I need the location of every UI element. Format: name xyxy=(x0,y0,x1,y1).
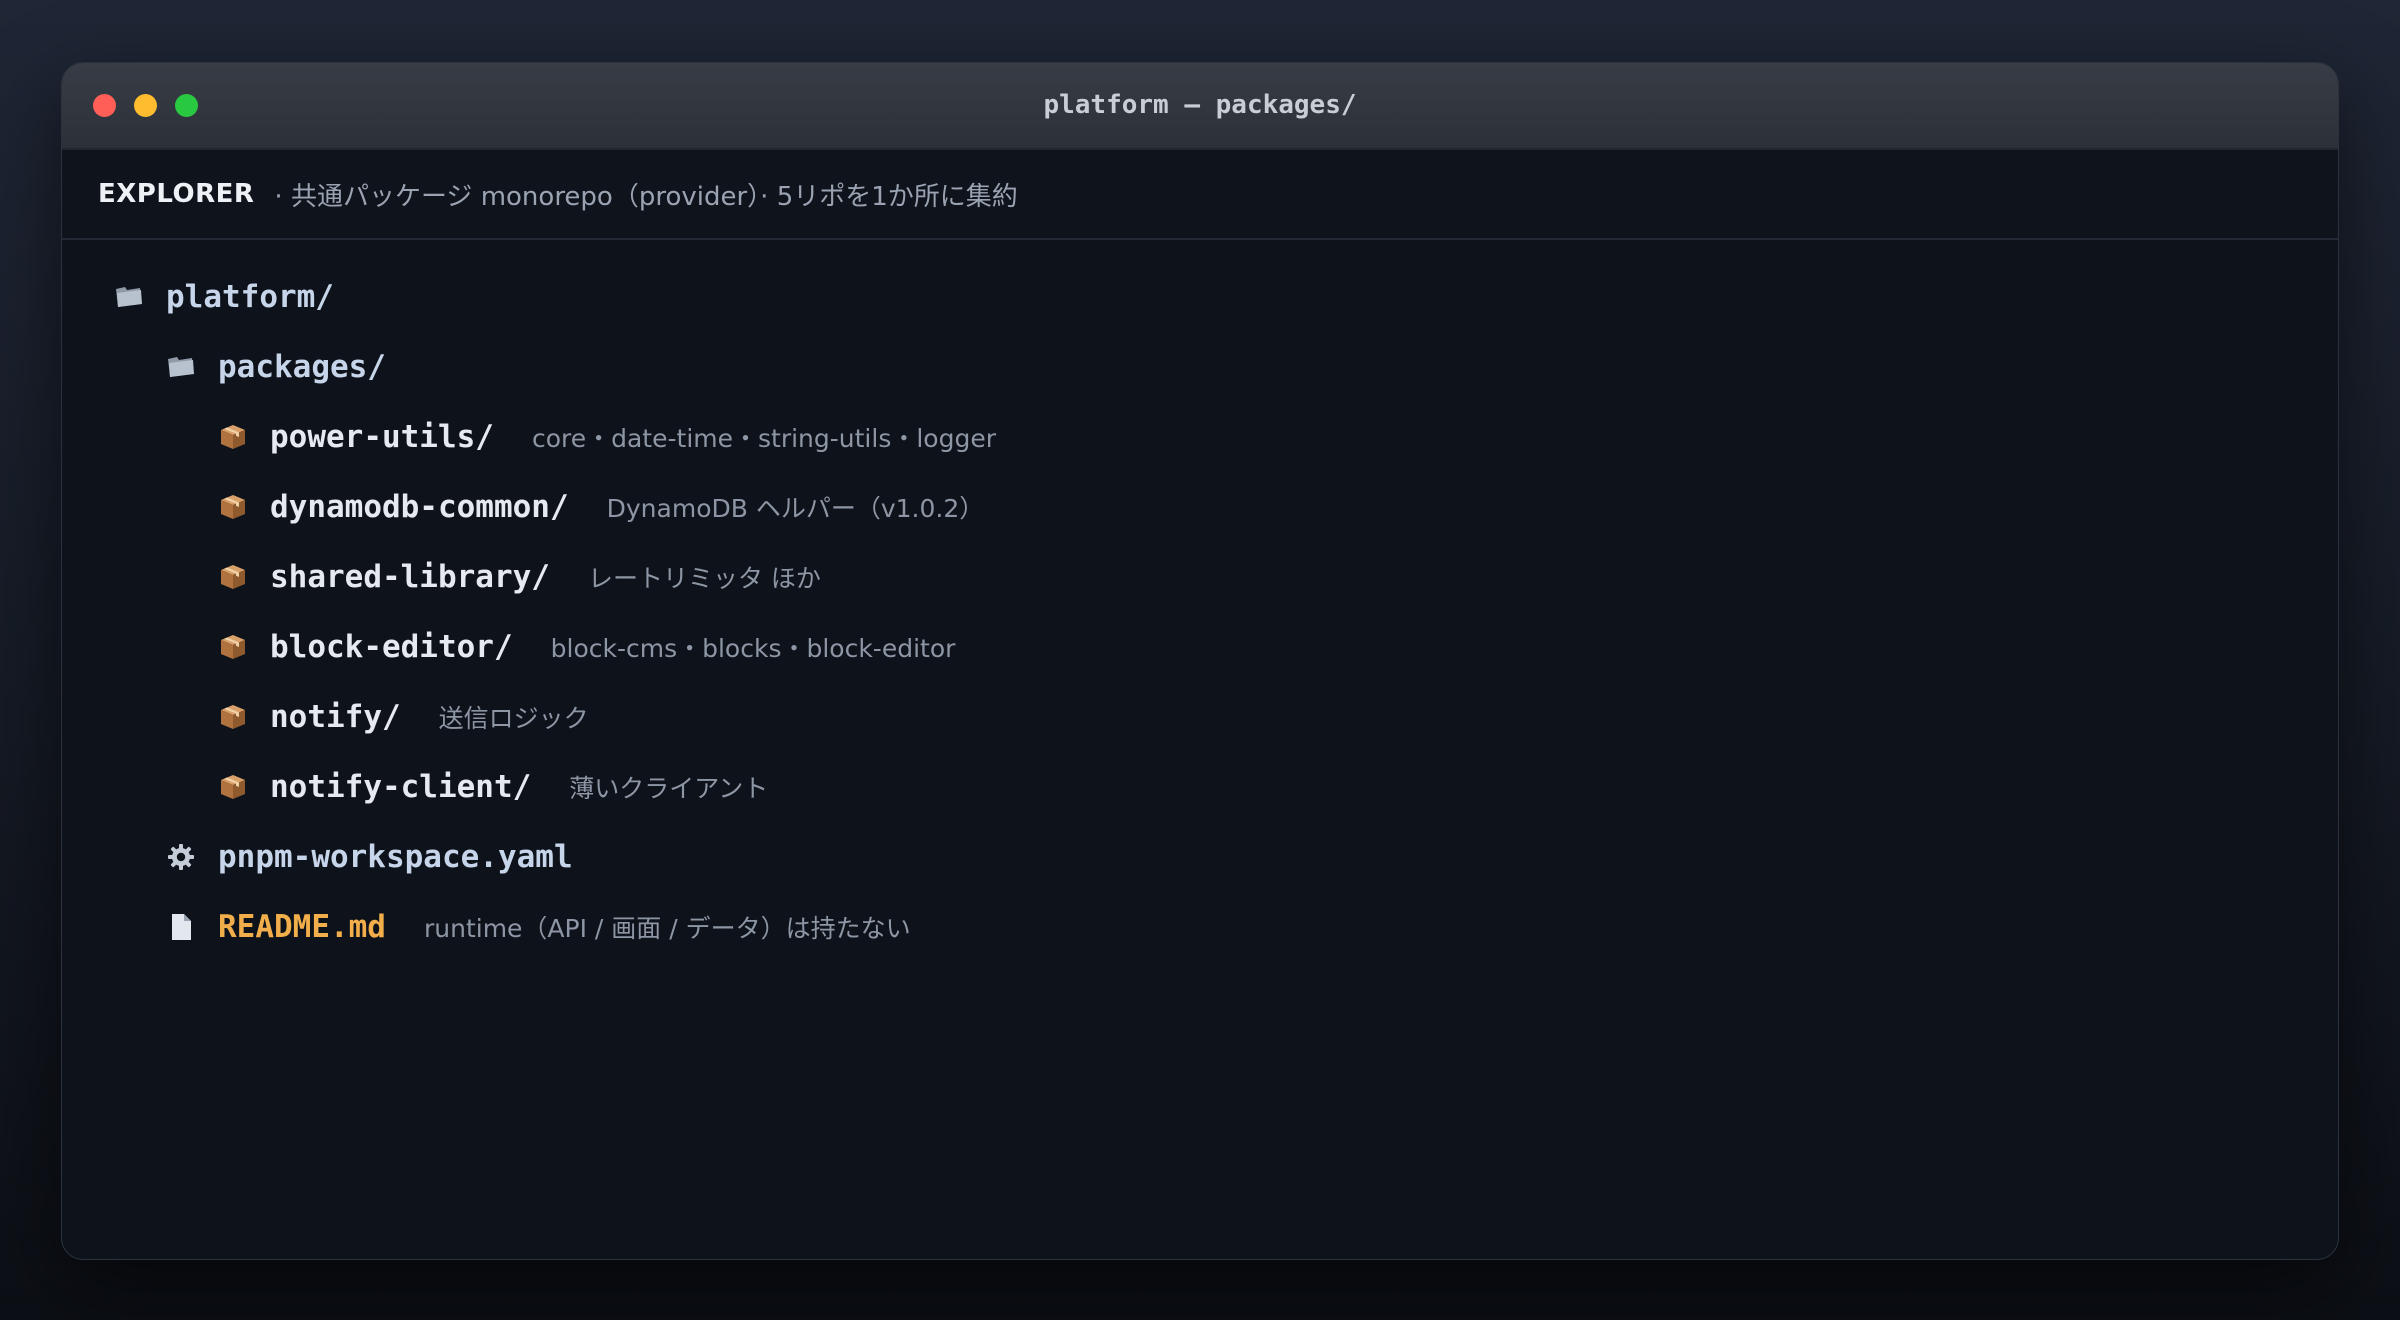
package-icon xyxy=(216,490,250,524)
package-icon xyxy=(216,770,250,804)
tree-item-label: notify-client/ xyxy=(270,769,532,805)
package-icon xyxy=(216,560,250,594)
tree-item-notify[interactable]: notify/ 送信ロジック xyxy=(62,682,2338,752)
tree-item-label: pnpm-workspace.yaml xyxy=(218,839,573,875)
tree-item-label: README.md xyxy=(218,909,386,945)
package-icon xyxy=(216,700,250,734)
tree-item-platform[interactable]: platform/ xyxy=(62,262,2338,332)
tree-item-label: notify/ xyxy=(270,699,401,735)
tree-item-label: power-utils/ xyxy=(270,419,494,455)
tree-item-label: packages/ xyxy=(218,349,386,385)
tree-item-shared-library[interactable]: shared-library/ レートリミッタ ほか xyxy=(62,542,2338,612)
tree-item-description: 薄いクライアント xyxy=(569,774,769,803)
app-window: platform — packages/ EXPLORER · 共通パッケージ … xyxy=(61,62,2339,1260)
tree-item-description: block-cms・blocks・block-editor xyxy=(550,634,956,663)
tree-item-dynamodb-common[interactable]: dynamodb-common/ DynamoDB ヘルパー（v1.0.2） xyxy=(62,472,2338,542)
gear-icon xyxy=(164,840,198,874)
folder-icon xyxy=(112,280,146,314)
tree-item-description: レートリミッタ ほか xyxy=(587,564,821,593)
tree-item-readme[interactable]: README.md runtime（API / 画面 / データ）は持たない xyxy=(62,892,2338,962)
explorer-label: EXPLORER xyxy=(98,179,255,209)
tree-item-description: runtime（API / 画面 / データ）は持たない xyxy=(423,914,911,943)
title-bar: platform — packages/ xyxy=(62,63,2338,150)
file-tree: platform/ packages/ power-utils/ core・da… xyxy=(62,240,2338,962)
explorer-header: EXPLORER · 共通パッケージ monorepo（provider）· 5… xyxy=(62,150,2338,240)
package-icon xyxy=(216,630,250,664)
tree-item-description: 送信ロジック xyxy=(438,704,589,733)
tree-item-pnpm-workspace[interactable]: pnpm-workspace.yaml xyxy=(62,822,2338,892)
tree-item-block-editor[interactable]: block-editor/ block-cms・blocks・block-edi… xyxy=(62,612,2338,682)
tree-item-power-utils[interactable]: power-utils/ core・date-time・string-utils… xyxy=(62,402,2338,472)
window-title: platform — packages/ xyxy=(1043,90,1357,120)
tree-item-label: shared-library/ xyxy=(270,559,550,595)
tree-item-label: block-editor/ xyxy=(270,629,513,665)
document-icon xyxy=(164,910,198,944)
explorer-description: · 共通パッケージ monorepo（provider）· 5リポを1か所に集約 xyxy=(274,181,1018,212)
tree-item-notify-client[interactable]: notify-client/ 薄いクライアント xyxy=(62,752,2338,822)
package-icon xyxy=(216,420,250,454)
tree-item-label: dynamodb-common/ xyxy=(270,489,569,525)
folder-icon xyxy=(164,350,198,384)
tree-item-packages[interactable]: packages/ xyxy=(62,332,2338,402)
tree-item-description: core・date-time・string-utils・logger xyxy=(531,424,996,453)
tree-item-description: DynamoDB ヘルパー（v1.0.2） xyxy=(606,494,985,523)
tree-item-label: platform/ xyxy=(166,279,334,315)
